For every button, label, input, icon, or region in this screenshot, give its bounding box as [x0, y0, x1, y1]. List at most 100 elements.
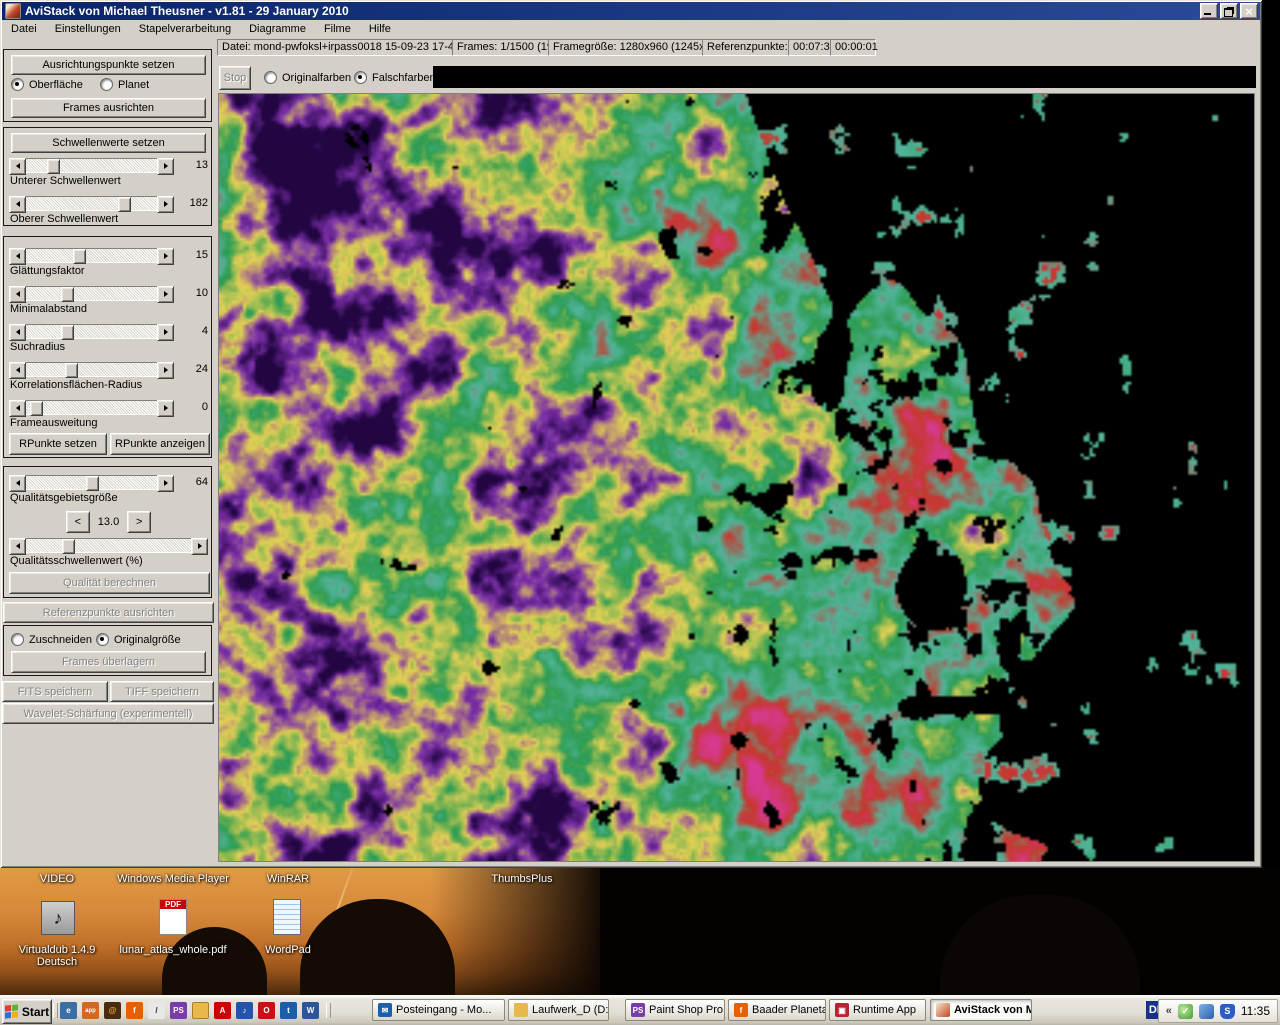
- slider-track[interactable]: [26, 538, 191, 553]
- task-avistack[interactable]: AviStack von M...: [930, 999, 1032, 1021]
- desktop-icon-winrar[interactable]: WinRAR: [248, 873, 328, 885]
- tray-update-icon[interactable]: ✓: [1178, 1004, 1193, 1019]
- internet-explorer-icon[interactable]: e: [60, 1002, 77, 1019]
- radio-oberflaeche-icon[interactable]: [11, 78, 24, 91]
- radio-originalfarben-icon[interactable]: [264, 71, 277, 84]
- menu-stapelverarbeitung[interactable]: Stapelverarbeitung: [130, 21, 240, 37]
- task-paint-shop-pro[interactable]: PS Paint Shop Pro - [...: [625, 999, 725, 1021]
- media-player-icon[interactable]: ♪: [236, 1002, 253, 1019]
- desktop-icon-lunar-atlas-label[interactable]: lunar_atlas_whole.pdf: [103, 944, 243, 956]
- slider-thumb[interactable]: [61, 325, 74, 340]
- slider-track[interactable]: [26, 324, 157, 339]
- slider-left-arrow-icon[interactable]: [9, 158, 26, 175]
- slider-left-arrow-icon[interactable]: [9, 196, 26, 213]
- align-refpoints-button[interactable]: Referenzpunkte ausrichten: [3, 602, 214, 623]
- wavelet-sharpen-button[interactable]: Wavelet-Schärfung (experimentell): [2, 703, 214, 724]
- radio-originalgroesse-icon[interactable]: [96, 633, 109, 646]
- color-mode-original[interactable]: Originalfarben: [264, 71, 351, 85]
- task-posteingang[interactable]: ✉ Posteingang - Mo...: [372, 999, 505, 1021]
- desktop-icon-windows-media-player[interactable]: Windows Media Player: [110, 873, 236, 885]
- desktop-icon-thumbsplus[interactable]: ThumbsPlus: [470, 873, 574, 885]
- falsecolor-image[interactable]: [218, 93, 1255, 862]
- slider-left-arrow-icon[interactable]: [9, 538, 26, 555]
- radio-falschfarben-icon[interactable]: [354, 71, 367, 84]
- thunderbird-icon[interactable]: t: [280, 1002, 297, 1019]
- menu-filme[interactable]: Filme: [315, 21, 360, 37]
- slider-thumb[interactable]: [62, 539, 75, 554]
- slider-left-arrow-icon[interactable]: [9, 248, 26, 265]
- mode-planet[interactable]: Planet: [100, 78, 149, 92]
- tray-network-icon[interactable]: [1199, 1004, 1214, 1019]
- save-tiff-button[interactable]: TIFF speichern: [110, 681, 214, 702]
- pen-editor-icon[interactable]: /: [148, 1002, 165, 1019]
- task-runtime-app[interactable]: ▣ Runtime App: [829, 999, 926, 1021]
- radio-planet-icon[interactable]: [100, 78, 113, 91]
- slider-thumb[interactable]: [30, 401, 43, 416]
- slider-right-arrow-icon[interactable]: [157, 475, 174, 492]
- firefox-icon[interactable]: f: [126, 1002, 143, 1019]
- pdf-file-icon[interactable]: PDF: [159, 899, 187, 935]
- radio-zuschneiden-icon[interactable]: [11, 633, 24, 646]
- word-icon[interactable]: W: [302, 1002, 319, 1019]
- slider-right-arrow-icon[interactable]: [157, 158, 174, 175]
- app-orange-icon[interactable]: app: [82, 1002, 99, 1019]
- media-swirl-icon[interactable]: @: [104, 1002, 121, 1019]
- slider-right-arrow-icon[interactable]: [191, 538, 208, 555]
- slider-thumb[interactable]: [47, 159, 60, 174]
- tray-clock[interactable]: 11:35: [1241, 1004, 1270, 1018]
- slider-track[interactable]: [26, 475, 157, 490]
- save-fits-button[interactable]: FITS speichern: [2, 681, 108, 702]
- overlay-frames-button[interactable]: Frames überlagern: [11, 651, 206, 673]
- restore-button[interactable]: [1220, 3, 1238, 19]
- desktop-icon-video[interactable]: VIDEO: [17, 873, 97, 885]
- stepper-increment-button[interactable]: >: [127, 511, 151, 533]
- menu-hilfe[interactable]: Hilfe: [360, 21, 400, 37]
- slider-right-arrow-icon[interactable]: [157, 248, 174, 265]
- align-frames-button[interactable]: Frames ausrichten: [11, 98, 206, 118]
- menu-diagramme[interactable]: Diagramme: [240, 21, 315, 37]
- close-button[interactable]: ×: [1240, 3, 1258, 19]
- slider-track[interactable]: [26, 286, 157, 301]
- slider-track[interactable]: [26, 362, 157, 377]
- task-baader-planetarium[interactable]: f Baader Planetariu...: [728, 999, 826, 1021]
- acrobat-pdf-icon[interactable]: A: [214, 1002, 231, 1019]
- slider-thumb[interactable]: [65, 363, 78, 378]
- tray-spybot-icon[interactable]: S: [1220, 1004, 1235, 1019]
- set-thresholds-button[interactable]: Schwellenwerte setzen: [11, 133, 206, 153]
- show-rpoints-button[interactable]: RPunkte anzeigen: [110, 433, 210, 455]
- menu-einstellungen[interactable]: Einstellungen: [46, 21, 130, 37]
- slider-left-arrow-icon[interactable]: [9, 362, 26, 379]
- slider-track[interactable]: [26, 196, 157, 211]
- wordpad-icon[interactable]: [273, 899, 301, 935]
- stop-button[interactable]: Stop: [219, 66, 251, 90]
- menu-datei[interactable]: Datei: [2, 21, 46, 37]
- slider-track[interactable]: [26, 158, 157, 173]
- stepper-decrement-button[interactable]: <: [66, 511, 90, 533]
- slider-left-arrow-icon[interactable]: [9, 286, 26, 303]
- color-mode-falschfarben[interactable]: Falschfarben: [354, 71, 436, 85]
- slider-left-arrow-icon[interactable]: [9, 400, 26, 417]
- mode-zuschneiden[interactable]: Zuschneiden: [11, 633, 92, 647]
- tray-chevron-icon[interactable]: «: [1166, 1005, 1172, 1017]
- minimize-button[interactable]: [1200, 3, 1218, 19]
- opera-icon[interactable]: O: [258, 1002, 275, 1019]
- start-button[interactable]: Start: [2, 999, 52, 1024]
- slider-right-arrow-icon[interactable]: [157, 286, 174, 303]
- title-bar[interactable]: AviStack von Michael Theusner - v1.81 - …: [2, 2, 1260, 20]
- slider-right-arrow-icon[interactable]: [157, 196, 174, 213]
- mode-oberflaeche[interactable]: Oberfläche: [11, 78, 83, 92]
- slider-right-arrow-icon[interactable]: [157, 400, 174, 417]
- set-alignment-points-button[interactable]: Ausrichtungspunkte setzen: [11, 55, 206, 75]
- desktop-icon-wordpad-label[interactable]: WordPad: [248, 944, 328, 956]
- slider-right-arrow-icon[interactable]: [157, 324, 174, 341]
- slider-left-arrow-icon[interactable]: [9, 324, 26, 341]
- slider-track[interactable]: [26, 248, 157, 263]
- slider-track[interactable]: [26, 400, 157, 415]
- slider-left-arrow-icon[interactable]: [9, 475, 26, 492]
- slider-right-arrow-icon[interactable]: [157, 362, 174, 379]
- desktop-icon-virtualdub-label[interactable]: Virtualdub 1.4.9 Deutsch: [7, 944, 107, 968]
- task-laufwerk-d[interactable]: Laufwerk_D (D:): [508, 999, 609, 1021]
- set-rpoints-button[interactable]: RPunkte setzen: [9, 433, 107, 455]
- slider-thumb[interactable]: [86, 476, 99, 491]
- paint-shop-pro-icon[interactable]: PS: [170, 1002, 187, 1019]
